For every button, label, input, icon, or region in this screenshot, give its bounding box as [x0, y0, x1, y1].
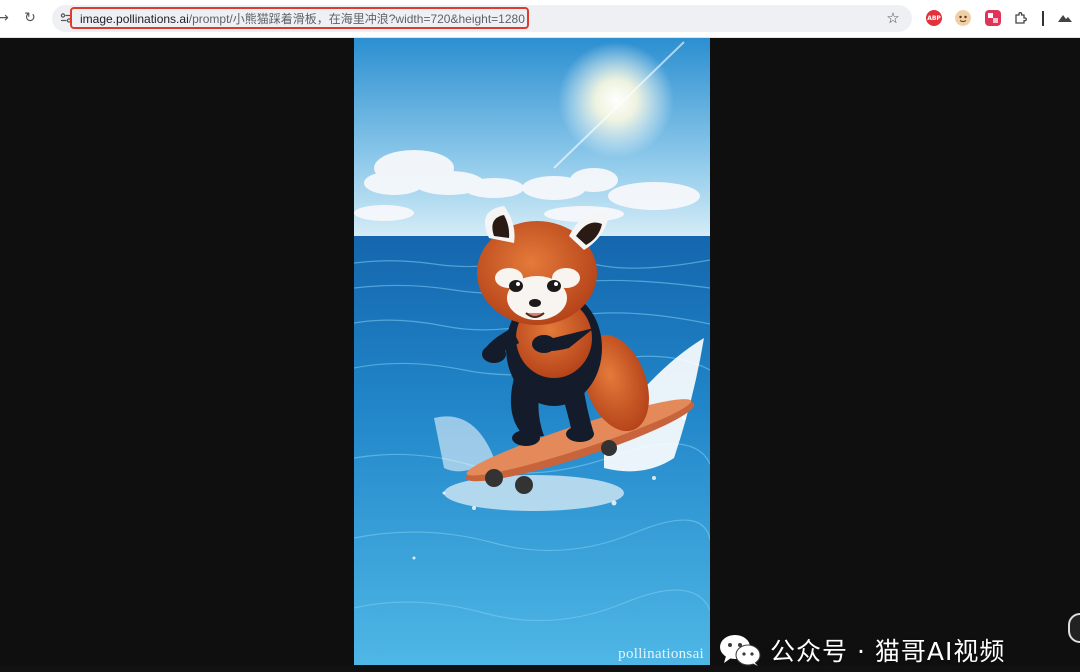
channel-brand-overlay: 公众号 · 猫哥AI视频: [718, 628, 1005, 672]
toolbar-divider: [1042, 11, 1044, 26]
url-text[interactable]: image.pollinations.ai/prompt/小熊猫踩着滑板，在海里…: [80, 12, 525, 26]
side-panel-toggle[interactable]: [1068, 613, 1080, 643]
page-viewport: pollinationsai 公众号 · 猫哥AI视频: [0, 38, 1080, 666]
wechat-icon: [718, 633, 762, 667]
channel-brand-text: 公众号 · 猫哥AI视频: [770, 637, 1006, 666]
generated-image[interactable]: pollinationsai: [354, 38, 710, 665]
reload-icon[interactable]: ↻: [21, 9, 39, 27]
red-panda-surfing-illustration: [354, 38, 710, 665]
browser-toolbar: → ↻ image.pollinations.ai/prompt/小熊猫踩着滑板…: [0, 0, 1080, 38]
translate-extension-icon[interactable]: [985, 10, 1001, 26]
face-extension-icon[interactable]: [955, 10, 971, 26]
url-path: /prompt/小熊猫踩着滑板，在海里冲浪?width=720&height=1…: [188, 12, 525, 26]
bookmark-star-icon[interactable]: ☆: [884, 9, 902, 27]
image-watermark: pollinationsai: [618, 646, 704, 662]
puzzle-extensions-icon[interactable]: [1013, 10, 1029, 26]
profile-icon[interactable]: [1057, 10, 1073, 26]
adblock-plus-icon[interactable]: ABP: [926, 10, 942, 26]
address-bar[interactable]: image.pollinations.ai/prompt/小熊猫踩着滑板，在海里…: [52, 5, 912, 32]
forward-arrow-icon[interactable]: →: [0, 9, 12, 27]
url-host: image.pollinations.ai: [80, 12, 189, 26]
